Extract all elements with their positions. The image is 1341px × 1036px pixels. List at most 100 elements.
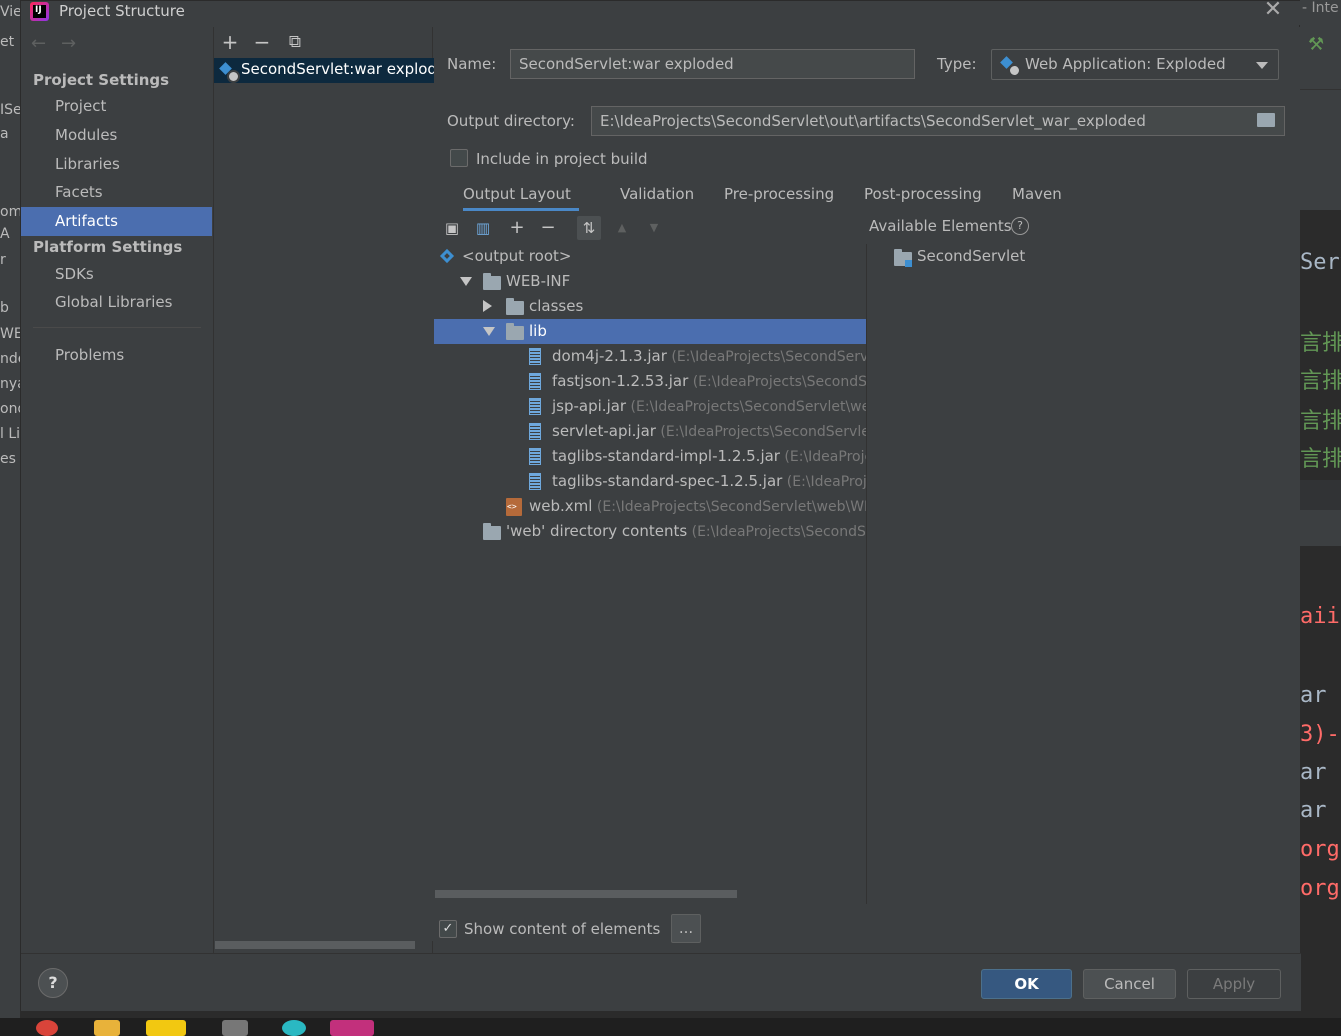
sidebar-item-problems[interactable]: Problems bbox=[21, 341, 212, 370]
sidebar-item-libraries[interactable]: Libraries bbox=[21, 150, 212, 179]
type-select[interactable]: Web Application: Exploded bbox=[991, 49, 1279, 80]
artifacts-list-body bbox=[214, 83, 434, 941]
tree-node-label: servlet-api.jar bbox=[552, 422, 656, 440]
tab-maven[interactable]: Maven bbox=[1012, 181, 1062, 211]
sort-elements-icon[interactable]: ⇅ bbox=[577, 216, 601, 240]
create-directory-icon[interactable]: ▣ bbox=[440, 216, 464, 240]
show-content-label: Show content of elements bbox=[464, 920, 661, 938]
chevron-right-icon[interactable] bbox=[483, 300, 492, 312]
tree-node[interactable]: taglibs-standard-spec-1.2.5.jar (E:\Idea… bbox=[434, 469, 866, 494]
background-code-line: 3)-1 bbox=[1300, 722, 1341, 747]
tree-node-label: classes bbox=[529, 297, 584, 315]
sidebar-item-global-libraries[interactable]: Global Libraries bbox=[21, 288, 212, 317]
tree-node[interactable]: web.xml (E:\IdeaProjects\SecondServlet\w… bbox=[434, 494, 866, 519]
background-code-line: org bbox=[1300, 876, 1340, 901]
remove-element-icon[interactable]: − bbox=[536, 216, 560, 240]
sidebar-item-modules[interactable]: Modules bbox=[21, 121, 212, 150]
include-in-build-checkbox[interactable] bbox=[450, 149, 468, 167]
sidebar-item-facets[interactable]: Facets bbox=[21, 178, 212, 207]
taskbar-intellij-icon[interactable] bbox=[330, 1020, 374, 1036]
tree-node-label: jsp-api.jar bbox=[552, 397, 627, 415]
add-artifact-button[interactable]: + bbox=[219, 31, 241, 53]
tree-node[interactable]: jsp-api.jar (E:\IdeaProjects\SecondServl… bbox=[434, 394, 866, 419]
browse-folder-icon[interactable] bbox=[1257, 113, 1275, 127]
tab-output-layout[interactable]: Output Layout bbox=[463, 181, 579, 211]
background-code-line: ar e bbox=[1300, 798, 1341, 823]
tree-node-label: lib bbox=[529, 322, 547, 340]
taskbar-chrome-icon[interactable] bbox=[36, 1020, 58, 1036]
background-project-fragment: nya bbox=[0, 376, 20, 392]
chevron-down-icon[interactable] bbox=[460, 277, 472, 286]
tree-node[interactable]: dom4j-2.1.3.jar (E:\IdeaProjects\SecondS… bbox=[434, 344, 866, 369]
chevron-down-icon bbox=[1256, 62, 1268, 69]
background-project-fragment: Vie bbox=[0, 4, 20, 20]
tree-node[interactable]: classes bbox=[434, 294, 866, 319]
move-up-icon[interactable]: ▲ bbox=[610, 216, 634, 240]
background-code-line: ar e bbox=[1300, 760, 1341, 785]
back-arrow-icon[interactable]: ← bbox=[31, 33, 61, 54]
tab-post-processing[interactable]: Post-processing bbox=[864, 181, 982, 211]
show-content-checkbox[interactable]: ✓ bbox=[439, 920, 457, 938]
tab-pre-processing[interactable]: Pre-processing bbox=[724, 181, 834, 211]
taskbar-app-icon[interactable] bbox=[222, 1020, 248, 1036]
show-content-options-button[interactable]: ... bbox=[671, 914, 701, 943]
tree-node[interactable]: <output root> bbox=[434, 244, 866, 269]
tree-node[interactable]: WEB-INF bbox=[434, 269, 866, 294]
name-input[interactable]: SecondServlet:war exploded bbox=[510, 49, 915, 79]
tab-validation[interactable]: Validation bbox=[620, 181, 694, 211]
background-project-fragment: A bbox=[0, 226, 10, 242]
apply-button[interactable]: Apply bbox=[1187, 969, 1281, 999]
tree-node-text: servlet-api.jar (E:\IdeaProjects\SecondS… bbox=[552, 422, 866, 440]
cancel-button[interactable]: Cancel bbox=[1083, 969, 1176, 999]
background-project-fragment: WEB bbox=[0, 326, 20, 342]
copy-artifact-button[interactable]: ⧉ bbox=[284, 31, 306, 53]
artifact-list-item[interactable]: SecondServlet:war exploded bbox=[214, 58, 434, 83]
tree-node-path: (E:\IdeaProjects\SecondServlet\ bbox=[655, 424, 866, 440]
taskbar-folder-icon[interactable] bbox=[94, 1020, 120, 1036]
output-directory-label: Output directory: bbox=[447, 112, 575, 130]
move-down-icon[interactable]: ▼ bbox=[642, 216, 666, 240]
tree-horizontal-scrollbar[interactable] bbox=[435, 890, 737, 898]
background-project-fragment: nde bbox=[0, 351, 20, 367]
jar-icon bbox=[529, 423, 541, 440]
tree-node[interactable]: servlet-api.jar (E:\IdeaProjects\SecondS… bbox=[434, 419, 866, 444]
tree-node[interactable]: taglibs-standard-impl-1.2.5.jar (E:\Idea… bbox=[434, 444, 866, 469]
sidebar-item-project[interactable]: Project bbox=[21, 92, 212, 121]
create-archive-icon[interactable]: ▥ bbox=[471, 216, 495, 240]
chevron-down-icon[interactable] bbox=[483, 327, 495, 336]
type-select-value: Web Application: Exploded bbox=[1025, 55, 1226, 73]
tree-node[interactable]: fastjson-1.2.53.jar (E:\IdeaProjects\Sec… bbox=[434, 369, 866, 394]
tree-node-path: (E:\IdeaProjects\SecondServlet\web\WEB bbox=[592, 499, 866, 515]
web-app-icon bbox=[1000, 56, 1021, 77]
sidebar-item-artifacts[interactable]: Artifacts bbox=[21, 207, 212, 236]
remove-artifact-button[interactable]: − bbox=[251, 31, 273, 53]
tree-node-text: taglibs-standard-impl-1.2.5.jar (E:\Idea… bbox=[552, 447, 866, 465]
tree-node[interactable]: lib bbox=[434, 319, 866, 344]
background-project-fragment bbox=[0, 148, 20, 172]
ok-button[interactable]: OK bbox=[981, 969, 1072, 999]
taskbar-circle-icon[interactable] bbox=[282, 1020, 306, 1036]
artifacts-horizontal-scrollbar[interactable] bbox=[215, 941, 415, 949]
sidebar-item-sdks[interactable]: SDKs bbox=[21, 260, 212, 289]
background-code-line: 言排 bbox=[1300, 409, 1341, 434]
add-copy-of-icon[interactable]: + bbox=[505, 216, 529, 240]
taskbar-notes-icon[interactable] bbox=[146, 1020, 186, 1036]
help-button[interactable]: ? bbox=[38, 968, 68, 998]
os-taskbar bbox=[0, 1018, 1341, 1036]
close-button[interactable]: ✕ bbox=[1259, 0, 1287, 23]
tree-node-path: (E:\IdeaProjects\SecondServ bbox=[691, 524, 866, 540]
background-ide-panel-lower bbox=[1300, 480, 1341, 510]
available-elements-help-icon[interactable]: ? bbox=[1011, 217, 1029, 235]
dialog-button-bar: ? OK Cancel Apply bbox=[21, 953, 1301, 1011]
background-project-fragment: et bbox=[0, 34, 15, 50]
tree-splitter[interactable] bbox=[866, 244, 867, 904]
intellij-app-icon: IJ bbox=[30, 2, 49, 21]
forward-arrow-icon[interactable]: → bbox=[61, 33, 91, 54]
tree-node-label: WEB-INF bbox=[506, 272, 571, 290]
output-directory-input[interactable]: E:\IdeaProjects\SecondServlet\out\artifa… bbox=[591, 106, 1285, 136]
project-settings-header: Project Settings bbox=[33, 71, 170, 89]
background-code-line: 言排 bbox=[1300, 331, 1341, 356]
background-code-line: Serv bbox=[1300, 250, 1341, 275]
tree-node[interactable]: 'web' directory contents (E:\IdeaProject… bbox=[434, 519, 866, 544]
tree-node-path: (E:\IdeaProjects bbox=[786, 474, 866, 490]
